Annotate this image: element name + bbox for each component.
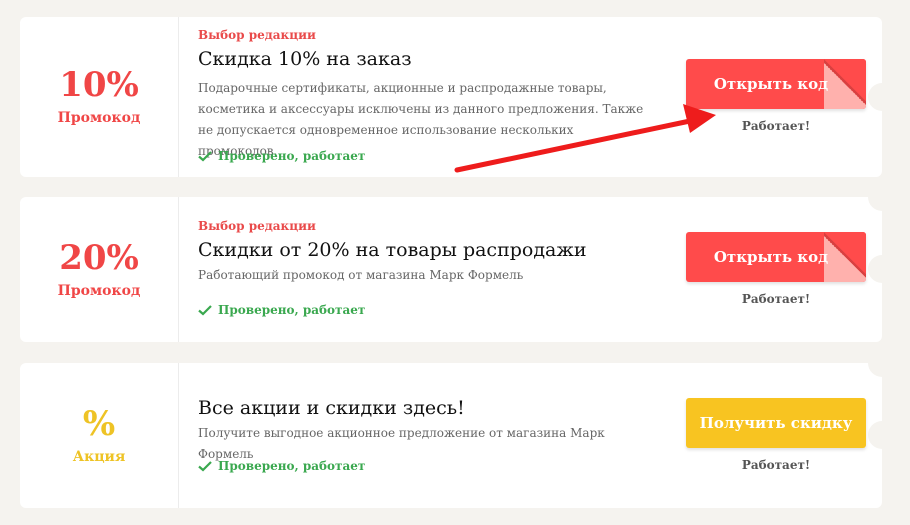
open-code-label: Открыть код (713, 75, 829, 93)
open-code-label: Открыть код (713, 248, 829, 266)
